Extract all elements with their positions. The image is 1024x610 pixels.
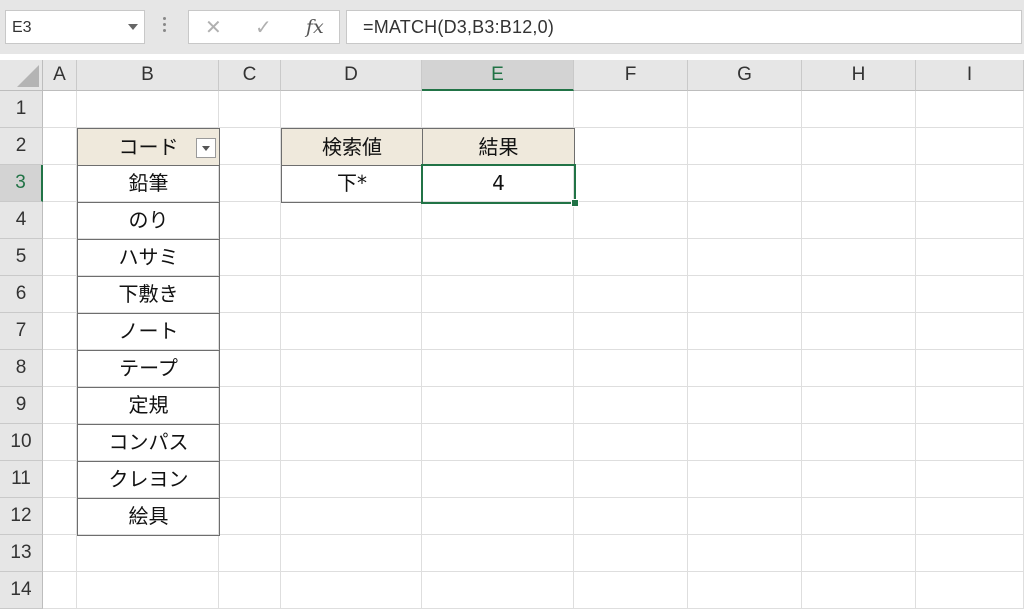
column-header-c[interactable]: C: [219, 60, 281, 91]
select-all-icon: [17, 65, 39, 87]
result-header-cell[interactable]: 結果: [422, 128, 575, 166]
code-cell[interactable]: コンパス: [77, 424, 220, 462]
formula-input[interactable]: =MATCH(D3,B3:B12,0): [346, 10, 1022, 44]
cancel-icon[interactable]: ✕: [205, 15, 222, 39]
formula-text: =MATCH(D3,B3:B12,0): [363, 17, 555, 37]
search-value-cell[interactable]: 下*: [281, 165, 423, 203]
row-header-7[interactable]: 7: [0, 313, 43, 350]
row-header-3[interactable]: 3: [0, 165, 43, 202]
row-header-6[interactable]: 6: [0, 276, 43, 313]
select-all-button[interactable]: [0, 60, 43, 91]
code-cell[interactable]: 絵具: [77, 498, 220, 536]
column-header-h[interactable]: H: [802, 60, 916, 91]
row-header-10[interactable]: 10: [0, 424, 43, 461]
fill-handle[interactable]: [571, 199, 579, 207]
column-header-e[interactable]: E: [422, 60, 574, 91]
row-header-1[interactable]: 1: [0, 91, 43, 128]
formula-bar: E3 ✕ ✓ fx =MATCH(D3,B3:B12,0): [0, 0, 1024, 54]
column-gridline: [687, 91, 688, 609]
row-header-4[interactable]: 4: [0, 202, 43, 239]
code-header-cell[interactable]: コード: [77, 128, 220, 166]
column-header-i[interactable]: I: [916, 60, 1024, 91]
row-header-11[interactable]: 11: [0, 461, 43, 498]
name-box-value: E3: [12, 19, 32, 36]
column-header-a[interactable]: A: [43, 60, 77, 91]
row-header-12[interactable]: 12: [0, 498, 43, 535]
column-header-f[interactable]: F: [574, 60, 688, 91]
code-cell[interactable]: 下敷き: [77, 276, 220, 314]
more-options-icon[interactable]: [163, 17, 167, 37]
insert-function-icon[interactable]: fx: [306, 16, 324, 38]
column-header-b[interactable]: B: [77, 60, 219, 91]
row-header-8[interactable]: 8: [0, 350, 43, 387]
search-value-header-cell[interactable]: 検索値: [281, 128, 423, 166]
code-cell[interactable]: クレヨン: [77, 461, 220, 499]
column-header-g[interactable]: G: [688, 60, 802, 91]
code-cell[interactable]: のり: [77, 202, 220, 240]
code-cell[interactable]: テープ: [77, 350, 220, 388]
name-box[interactable]: E3: [5, 10, 145, 44]
code-cell[interactable]: ハサミ: [77, 239, 220, 277]
column-header-d[interactable]: D: [281, 60, 422, 91]
chevron-down-icon[interactable]: [128, 24, 138, 30]
row-gridline: [43, 571, 1024, 572]
row-header-14[interactable]: 14: [0, 572, 43, 609]
code-cell[interactable]: 鉛筆: [77, 165, 220, 203]
formula-buttons: ✕ ✓ fx: [188, 10, 340, 44]
code-cell[interactable]: ノート: [77, 313, 220, 351]
enter-icon[interactable]: ✓: [255, 15, 272, 39]
row-header-13[interactable]: 13: [0, 535, 43, 572]
filter-dropdown-icon[interactable]: [196, 138, 216, 158]
row-gridline: [43, 608, 1024, 609]
column-gridline: [801, 91, 802, 609]
code-cell[interactable]: 定規: [77, 387, 220, 425]
active-cell-border: [421, 164, 576, 204]
row-header-5[interactable]: 5: [0, 239, 43, 276]
column-gridline: [915, 91, 916, 609]
row-header-9[interactable]: 9: [0, 387, 43, 424]
row-header-2[interactable]: 2: [0, 128, 43, 165]
